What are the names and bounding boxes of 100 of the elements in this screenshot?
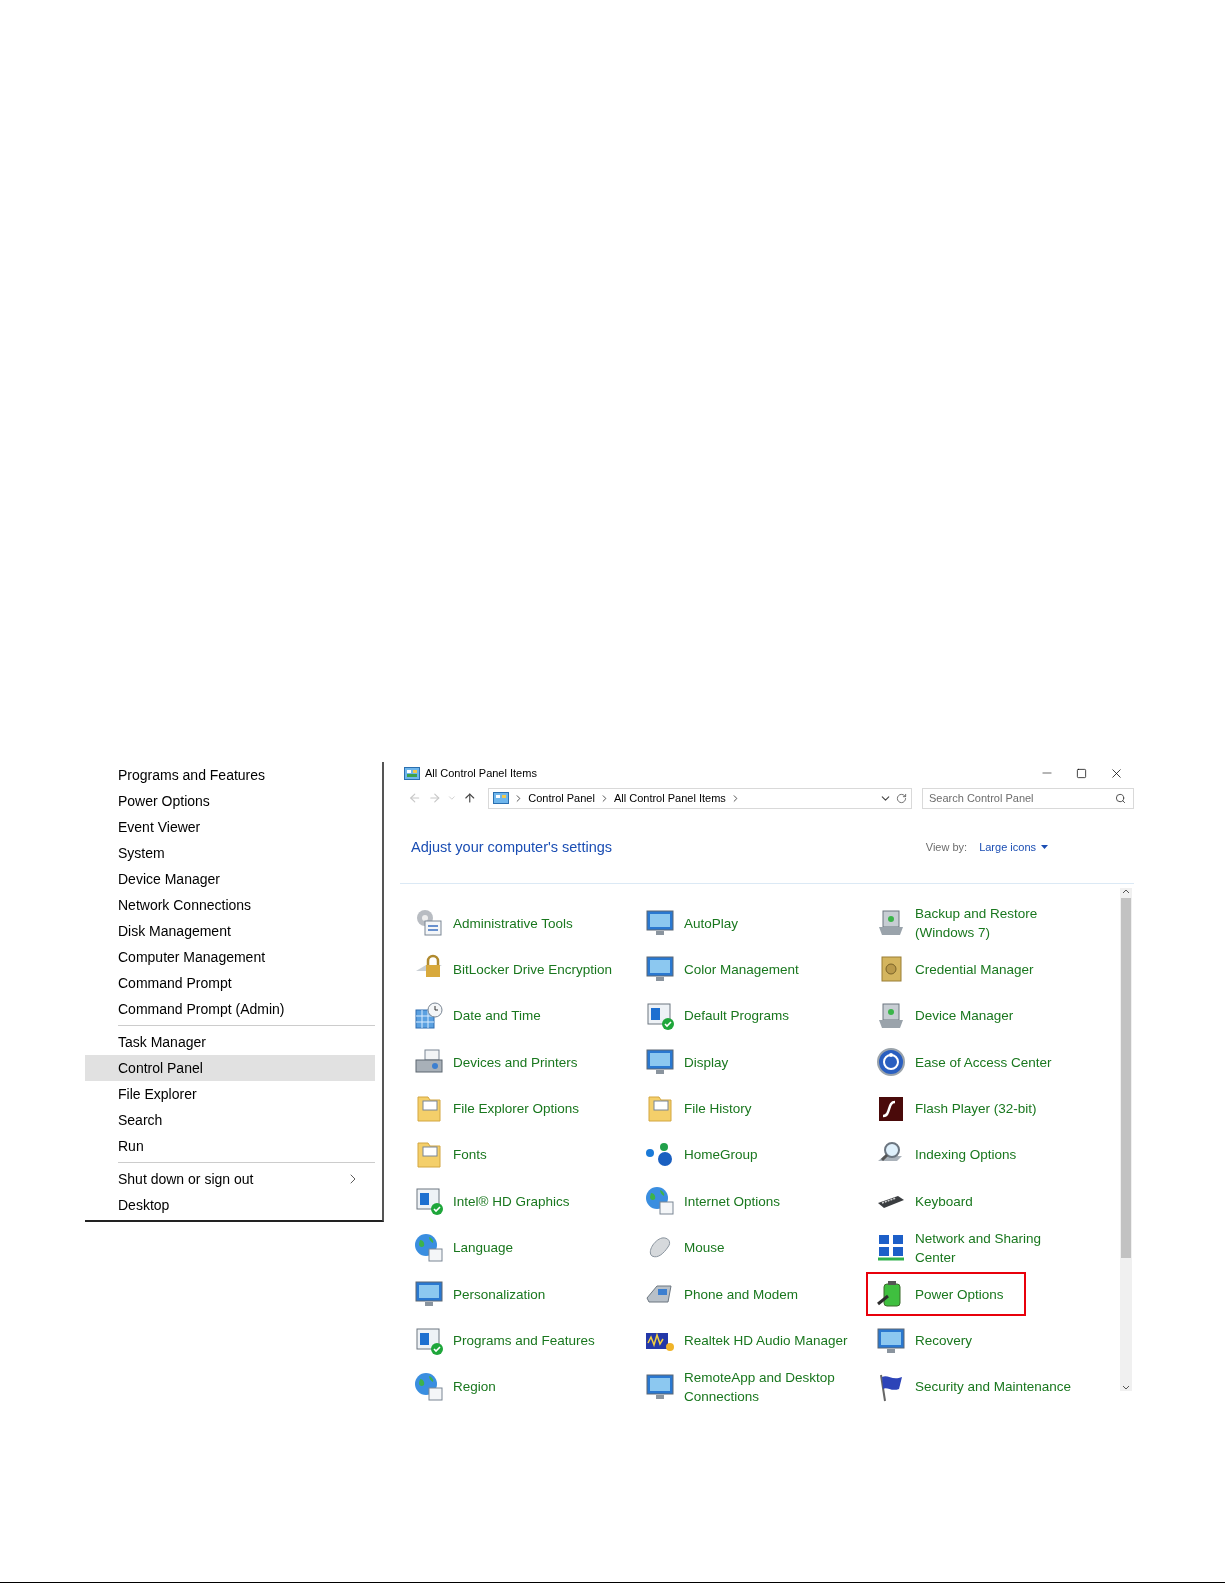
page-heading: Adjust your computer's settings — [411, 839, 613, 855]
globe-icon — [413, 1231, 445, 1264]
item-label: AutoPlay — [684, 914, 739, 933]
control-panel-item[interactable]: Mouse — [635, 1225, 747, 1270]
menu-item[interactable]: Disk Management — [85, 918, 375, 944]
control-panel-item[interactable]: Language — [404, 1225, 536, 1270]
menu-item-label: Desktop — [118, 1197, 170, 1213]
control-panel-item[interactable]: Network and Sharing Center — [866, 1225, 1064, 1270]
menu-item-label: Power Options — [118, 793, 210, 809]
item-label: Administrative Tools — [453, 914, 573, 933]
refresh-icon[interactable] — [896, 792, 907, 804]
item-label: Keyboard — [915, 1192, 973, 1211]
menu-item[interactable]: File Explorer — [85, 1081, 375, 1107]
menu-item[interactable]: Power Options — [85, 788, 375, 814]
control-panel-item[interactable]: HomeGroup — [635, 1132, 780, 1177]
menu-item-label: Control Panel — [118, 1060, 203, 1076]
control-panel-item[interactable]: Fonts — [404, 1132, 509, 1177]
item-label: Intel® HD Graphics — [453, 1192, 570, 1211]
menu-item[interactable]: Search — [85, 1107, 375, 1133]
menu-item[interactable]: Command Prompt — [85, 970, 375, 996]
view-mode-link[interactable]: Large icons — [979, 841, 1048, 853]
menu-item[interactable]: Shut down or sign out — [85, 1166, 375, 1192]
control-panel-item[interactable]: Display — [635, 1040, 751, 1085]
menu-item[interactable]: Programs and Features — [85, 762, 375, 788]
control-panel-icon — [493, 792, 510, 804]
menu-item-label: Device Manager — [118, 871, 220, 887]
item-label: Realtek HD Audio Manager — [684, 1332, 848, 1350]
control-panel-item[interactable]: BitLocker Drive Encryption — [404, 947, 635, 992]
menu-item-label: Shut down or sign out — [118, 1171, 254, 1187]
control-panel-item[interactable]: Backup and Restore (Windows 7) — [866, 901, 1060, 945]
control-panel-item[interactable]: RemoteApp and Desktop Connections — [635, 1364, 857, 1409]
menu-item[interactable]: Device Manager — [85, 866, 375, 892]
scroll-up-icon[interactable] — [1122, 888, 1130, 894]
control-panel-item[interactable]: Default Programs — [635, 993, 812, 1038]
control-panel-item[interactable]: Phone and Modem — [635, 1272, 821, 1317]
calendar-clock-icon — [413, 999, 445, 1032]
item-label: Flash Player (32-bit) — [915, 1100, 1037, 1119]
control-panel-item[interactable]: Personalization — [404, 1272, 568, 1317]
item-label: Region — [453, 1378, 496, 1397]
item-label: Mouse — [684, 1239, 725, 1258]
item-label: File Explorer Options — [453, 1100, 580, 1119]
scrollbar[interactable] — [1120, 888, 1132, 1391]
control-panel-item[interactable]: Color Management — [635, 947, 821, 992]
menu-item[interactable]: Task Manager — [85, 1029, 375, 1055]
item-label: Devices and Printers — [453, 1053, 578, 1072]
menu-item[interactable]: Event Viewer — [85, 814, 375, 840]
control-panel-item[interactable]: File History — [635, 1086, 774, 1131]
control-panel-item[interactable]: Flash Player (32-bit) — [866, 1086, 1059, 1131]
control-panel-item[interactable]: Programs and Features — [404, 1318, 617, 1363]
menu-item[interactable]: Run — [85, 1133, 375, 1159]
control-panel-item[interactable]: Administrative Tools — [404, 901, 595, 945]
control-panel-item[interactable]: Ease of Access Center — [866, 1040, 1074, 1085]
item-label: RemoteApp and Desktop Connections — [684, 1368, 835, 1406]
control-panel-item[interactable]: Keyboard — [866, 1179, 995, 1224]
accessibility-icon — [875, 1046, 907, 1079]
control-panel-item[interactable]: Internet Options — [635, 1179, 803, 1224]
item-label: Backup and Restore (Windows 7) — [915, 905, 1038, 942]
dropdown-triangle-icon — [1041, 845, 1048, 849]
address-bar[interactable]: Control Panel All Control Panel Items — [488, 787, 912, 809]
maximize-icon[interactable] — [1076, 767, 1087, 779]
search-icon[interactable] — [1115, 792, 1126, 804]
control-panel-item[interactable]: Power Options — [866, 1272, 1026, 1317]
control-panel-icon — [404, 766, 420, 780]
menu-item[interactable]: Command Prompt (Admin) — [85, 996, 375, 1022]
breadcrumb[interactable]: Control Panel — [528, 792, 595, 804]
menu-item-label: Network Connections — [118, 897, 252, 913]
control-panel-item[interactable]: Indexing Options — [866, 1132, 1039, 1177]
menu-item[interactable]: System — [85, 840, 375, 866]
item-label: Language — [453, 1239, 514, 1258]
control-panel-item[interactable]: Security and Maintenance — [866, 1364, 1094, 1409]
control-panel-item[interactable]: Device Manager — [866, 993, 1036, 1038]
item-label: Display — [684, 1053, 729, 1072]
menu-item[interactable]: Computer Management — [85, 944, 375, 970]
menu-item[interactable]: Control Panel — [85, 1055, 375, 1081]
menu-item[interactable]: Desktop — [85, 1192, 375, 1218]
control-panel-item[interactable]: Credential Manager — [866, 947, 1056, 992]
item-label: Device Manager — [915, 1007, 1014, 1026]
control-panel-item[interactable]: Region — [404, 1364, 518, 1409]
menu-item[interactable]: Network Connections — [85, 892, 375, 918]
control-panel-item[interactable]: Date and Time — [404, 993, 563, 1038]
item-label: Power Options — [915, 1285, 1004, 1304]
scroll-down-icon[interactable] — [1122, 1385, 1130, 1391]
menu-item-label: Disk Management — [118, 923, 231, 939]
control-panel-item[interactable]: Intel® HD Graphics — [404, 1179, 592, 1224]
menu-item-label: Search — [118, 1112, 163, 1128]
up-icon[interactable] — [462, 791, 477, 805]
item-label: Personalization — [453, 1285, 546, 1304]
menu-item-label: System — [118, 845, 165, 861]
window-title: All Control Panel Items — [425, 767, 538, 779]
control-panel-item[interactable]: File Explorer Options — [404, 1086, 602, 1131]
search-field[interactable]: Search Control Panel — [922, 787, 1134, 809]
control-panel-item[interactable]: Devices and Printers — [404, 1040, 600, 1085]
item-label: Color Management — [684, 960, 799, 979]
item-label: Security and Maintenance — [915, 1378, 1072, 1397]
control-panel-item[interactable]: AutoPlay — [635, 901, 761, 945]
menu-item-label: Run — [118, 1138, 144, 1154]
menu-item-label: Event Viewer — [118, 819, 201, 835]
item-label: Programs and Features — [453, 1332, 595, 1350]
menu-item-label: Command Prompt — [118, 975, 232, 991]
breadcrumb[interactable]: All Control Panel Items — [613, 792, 726, 804]
